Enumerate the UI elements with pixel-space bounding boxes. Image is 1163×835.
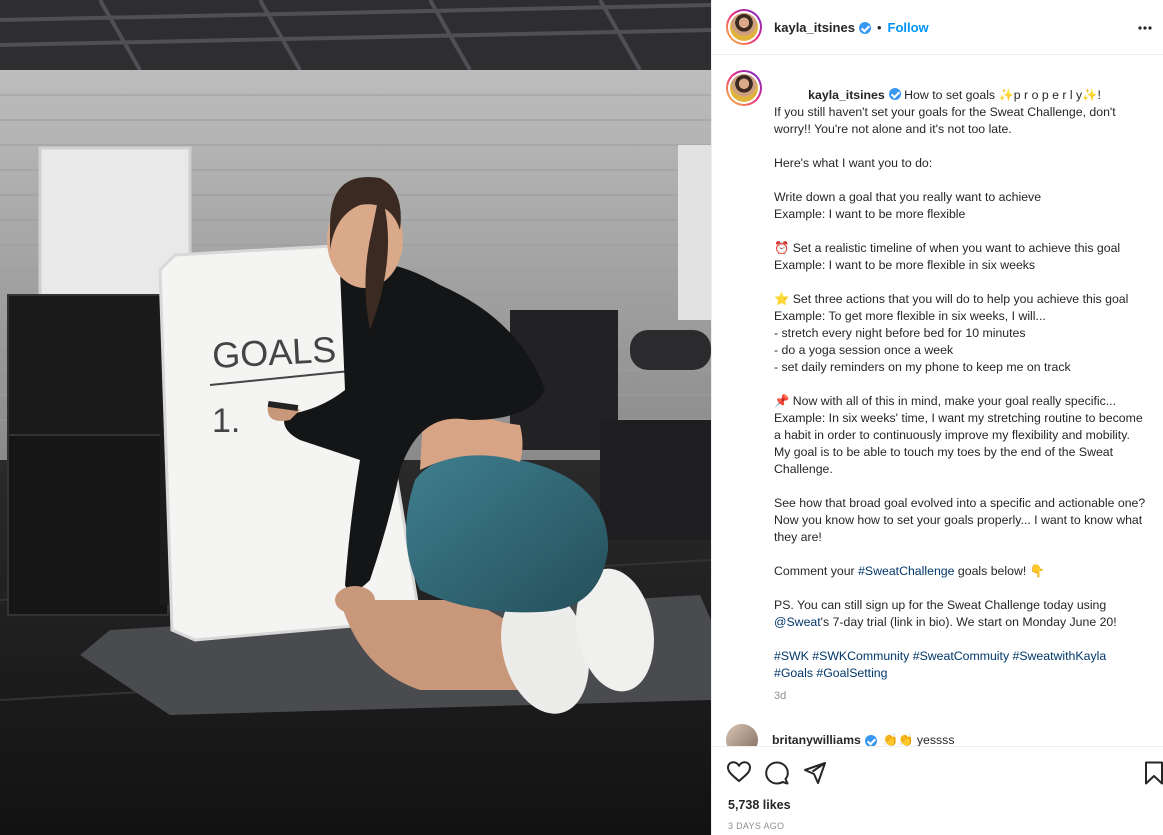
ps-suffix: 's 7-day trial (link in bio). We start o… — [820, 615, 1117, 629]
hashtag-link[interactable]: #SWK — [774, 649, 809, 663]
caption-line: Example: To get more flexible in six wee… — [774, 309, 1046, 323]
author-avatar[interactable] — [726, 9, 762, 45]
post-header: kayla_itsines • Follow — [712, 0, 1163, 55]
caption-age: 3d — [774, 690, 787, 702]
caption-line: Write down a goal that you really want t… — [774, 190, 1042, 204]
comment-row: britanywilliams 👏👏 yessss — [726, 724, 1148, 746]
caption-line: If you still haven't set your goals for … — [774, 105, 1116, 136]
caption-row: kayla_itsines How to set goals ✨p r o p … — [726, 70, 1148, 682]
author-username[interactable]: kayla_itsines — [774, 20, 855, 35]
caption-username[interactable]: kayla_itsines — [808, 88, 885, 102]
share-icon[interactable] — [803, 761, 827, 790]
caption-line: - set daily reminders on my phone to kee… — [774, 360, 1071, 374]
separator-dot: • — [876, 19, 882, 35]
verified-icon — [864, 735, 877, 746]
caption-line: How to set goals ✨p r o p e r l y✨! — [904, 88, 1101, 102]
commenter-avatar[interactable] — [726, 724, 758, 746]
hashtag-link[interactable]: #SweatChallenge — [858, 564, 954, 578]
post-photo-illustration: GOALS 1. — [0, 0, 711, 835]
likes-count[interactable]: 5,738 likes — [728, 798, 791, 812]
caption-line: See how that broad goal evolved into a s… — [774, 496, 1146, 544]
ps-line: PS. You can still sign up for the Sweat … — [774, 598, 1110, 612]
action-bar: 5,738 likes 3 DAYS AGO — [712, 746, 1163, 835]
verified-icon — [858, 22, 871, 34]
whiteboard-title: GOALS — [211, 329, 337, 376]
comment-prompt-prefix: Comment your — [774, 564, 859, 578]
caption-line: - do a yoga session once a week — [774, 343, 954, 357]
caption-line: Example: I want to be more flexible in s… — [774, 258, 1036, 272]
comments-scroll-area[interactable]: kayla_itsines How to set goals ✨p r o p … — [712, 56, 1163, 746]
post-date: 3 DAYS AGO — [728, 821, 785, 831]
verified-icon — [888, 88, 901, 100]
hashtag-link[interactable]: #GoalSetting — [816, 666, 887, 680]
whiteboard-item: 1. — [212, 402, 240, 440]
caption-line: ⭐ Set three actions that you will do to … — [774, 292, 1129, 306]
hashtag-link[interactable]: #SweatCommuity — [913, 649, 1009, 663]
post-side-panel: kayla_itsines • Follow kayla_itsines How… — [711, 0, 1163, 835]
caption-author-avatar[interactable] — [726, 70, 762, 106]
hashtag-link[interactable]: #SWKCommunity — [812, 649, 909, 663]
caption-body: How to set goals ✨p r o p e r l y✨! If y… — [774, 88, 1149, 544]
caption-line: Example: In six weeks' time, I want my s… — [774, 411, 1143, 476]
comment-icon[interactable] — [765, 761, 789, 790]
hashtag-list: #SWK #SWKCommunity #SweatCommuity #Sweat… — [774, 649, 1110, 680]
mention-link[interactable]: @Sweat — [774, 615, 821, 629]
post-photo[interactable]: GOALS 1. — [0, 0, 711, 835]
comment-text: 👏👏 yessss — [882, 732, 955, 747]
caption-line: 📌 Now with all of this in mind, make you… — [774, 394, 1116, 408]
follow-button[interactable]: Follow — [888, 20, 929, 35]
caption-line: Here's what I want you to do: — [774, 156, 933, 170]
hashtag-link[interactable]: #Goals — [774, 666, 813, 680]
caption-line: Example: I want to be more flexible — [774, 207, 966, 221]
more-icon[interactable] — [1138, 18, 1152, 30]
bookmark-icon[interactable] — [1144, 761, 1163, 790]
caption-line: ⏰ Set a realistic timeline of when you w… — [774, 241, 1121, 255]
instagram-post-view: GOALS 1. kayla_itsines • Follow kayla_it… — [0, 0, 1163, 835]
commenter-username[interactable]: britanywilliams — [772, 733, 861, 746]
hashtag-link[interactable]: #SweatwithKayla — [1013, 649, 1107, 663]
caption-line: - stretch every night before bed for 10 … — [774, 326, 1026, 340]
caption-text: kayla_itsines How to set goals ✨p r o p … — [774, 70, 1148, 682]
comment-prompt-suffix: goals below! 👇 — [954, 564, 1045, 578]
heart-icon[interactable] — [726, 761, 752, 788]
